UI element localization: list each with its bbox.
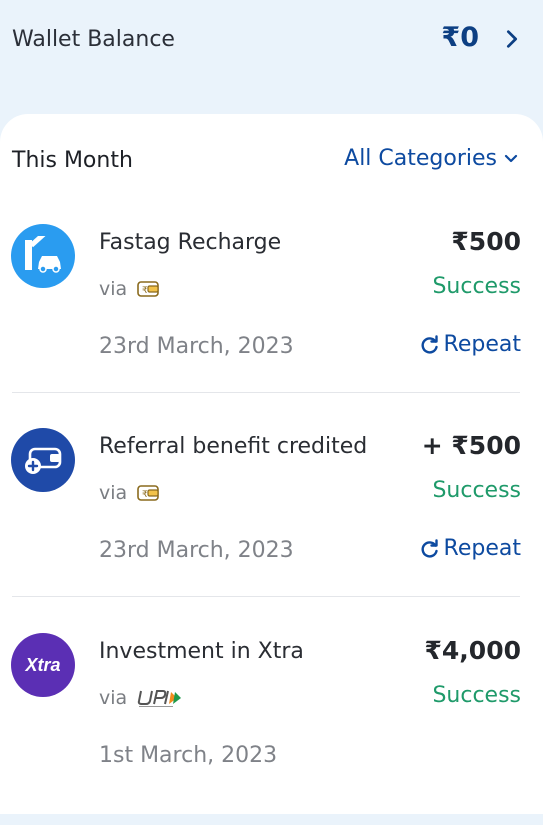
fastag-toll-icon (11, 224, 75, 288)
transaction-row[interactable]: Xtra Investment in Xtra ₹4,000 via Succe… (0, 621, 543, 825)
transaction-status: Success (432, 274, 521, 299)
period-label: This Month (12, 148, 133, 173)
chevron-right-icon[interactable] (501, 28, 523, 50)
xtra-logo-text: Xtra (25, 654, 61, 675)
transaction-via: via (99, 687, 185, 709)
refresh-icon (421, 538, 438, 558)
wallet-balance-amount: ₹0 (441, 22, 479, 53)
svg-text:₹: ₹ (142, 286, 148, 296)
transaction-date: 1st March, 2023 (99, 743, 278, 768)
transaction-title: Referral benefit credited (99, 434, 368, 459)
transaction-amount: + ₹500 (421, 431, 521, 460)
transaction-row[interactable]: Referral benefit credited + ₹500 via ₹ S… (0, 416, 543, 620)
repeat-label: Repeat (443, 536, 521, 561)
transaction-status: Success (432, 683, 521, 708)
category-filter-label: All Categories (344, 146, 497, 171)
transaction-date: 23rd March, 2023 (99, 334, 294, 359)
repeat-label: Repeat (443, 332, 521, 357)
divider (12, 392, 520, 393)
refresh-icon (421, 334, 438, 354)
transaction-title: Investment in Xtra (99, 639, 304, 664)
transactions-panel: This Month All Categories Fastag Recharg… (0, 114, 543, 814)
transaction-via: via ₹ (99, 278, 159, 300)
via-label: via (99, 687, 128, 709)
svg-text:₹: ₹ (142, 490, 148, 500)
repeat-button[interactable]: Repeat (420, 536, 521, 561)
transaction-amount: ₹500 (451, 227, 521, 256)
transaction-row[interactable]: Fastag Recharge ₹500 via ₹ Success 23rd … (0, 212, 543, 416)
chevron-down-icon (504, 154, 518, 162)
transaction-date: 23rd March, 2023 (99, 538, 294, 563)
wallet-balance-row[interactable]: Wallet Balance ₹0 (0, 0, 543, 90)
divider (12, 596, 520, 597)
repeat-button[interactable]: Repeat (420, 332, 521, 357)
wallet-balance-label: Wallet Balance (12, 27, 175, 52)
wallet-icon: ₹ (137, 485, 159, 501)
via-label: via (99, 278, 128, 300)
referral-wallet-icon (11, 428, 75, 492)
transaction-status: Success (432, 478, 521, 503)
transaction-amount: ₹4,000 (424, 636, 521, 665)
xtra-logo: Xtra (11, 633, 75, 697)
via-label: via (99, 482, 128, 504)
upi-logo (137, 690, 182, 707)
transaction-title: Fastag Recharge (99, 230, 282, 255)
category-filter-dropdown[interactable]: All Categories (344, 146, 519, 171)
transaction-via: via ₹ (99, 482, 159, 504)
wallet-icon: ₹ (137, 281, 159, 297)
